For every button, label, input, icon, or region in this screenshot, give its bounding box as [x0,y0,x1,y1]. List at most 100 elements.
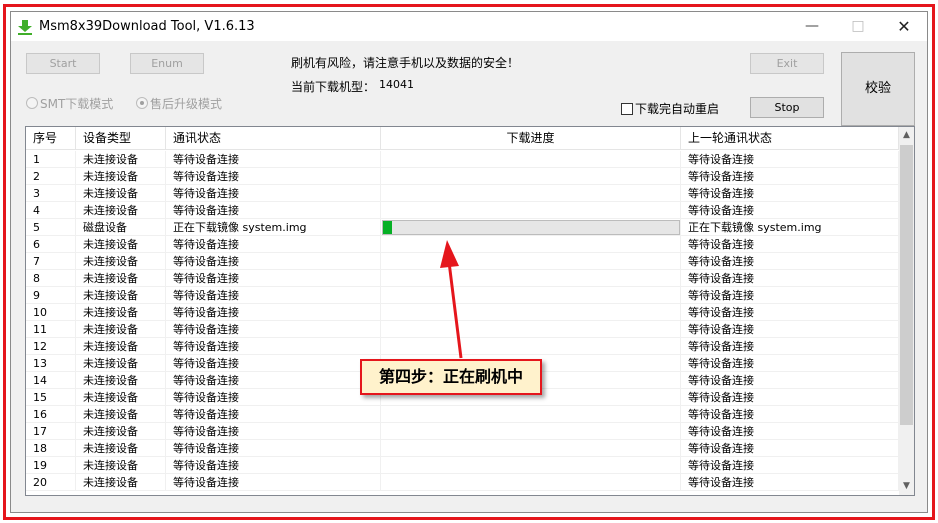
row-last-status: 等待设备连接 [681,423,899,440]
row-last-status: 等待设备连接 [681,406,899,423]
row-last-status: 等待设备连接 [681,440,899,457]
row-comm-status: 等待设备连接 [166,253,381,270]
scroll-thumb[interactable] [900,145,913,425]
stop-button[interactable]: Stop [750,97,824,118]
table-row[interactable]: 8 未连接设备 等待设备连接 等待设备连接 [26,270,899,287]
header-index[interactable]: 序号 [26,127,76,150]
row-comm-status: 正在下载镜像 system.img [166,219,381,236]
row-last-status: 等待设备连接 [681,168,899,185]
row-last-status: 等待设备连接 [681,338,899,355]
table-row[interactable]: 2 未连接设备 等待设备连接 等待设备连接 [26,168,899,185]
table-row[interactable]: 10 未连接设备 等待设备连接 等待设备连接 [26,304,899,321]
table-row[interactable]: 17 未连接设备 等待设备连接 等待设备连接 [26,423,899,440]
row-index: 1 [26,151,76,168]
row-device-type: 未连接设备 [76,355,166,372]
row-progress [381,151,681,168]
minimize-icon[interactable]: — [789,12,835,41]
close-icon[interactable]: ✕ [881,12,927,41]
table-row[interactable]: 20 未连接设备 等待设备连接 等待设备连接 [26,474,899,491]
row-last-status: 等待设备连接 [681,389,899,406]
row-comm-status: 等待设备连接 [166,372,381,389]
row-index: 8 [26,270,76,287]
device-list[interactable]: 序号 设备类型 通讯状态 下载进度 上一轮通讯状态 1 未连接设备 等待设备连接 等待… [25,126,915,496]
row-progress [381,270,681,287]
model-value: 14041 [379,78,414,91]
smt-mode-radio[interactable]: SMT下载模式 [26,95,113,111]
row-index: 7 [26,253,76,270]
row-last-status: 等待设备连接 [681,372,899,389]
title-bar: Msm8x39Download Tool, V1.6.13 — □ ✕ [11,12,927,41]
header-progress[interactable]: 下载进度 [381,127,681,150]
table-row[interactable]: 6 未连接设备 等待设备连接 等待设备连接 [26,236,899,253]
window-title: Msm8x39Download Tool, V1.6.13 [39,19,255,34]
row-last-status: 等待设备连接 [681,321,899,338]
enum-button[interactable]: Enum [130,53,204,74]
progress-fill [383,221,392,234]
radio-circle-selected [136,97,148,109]
row-comm-status: 等待设备连接 [166,236,381,253]
row-progress [381,287,681,304]
list-header: 序号 设备类型 通讯状态 下载进度 上一轮通讯状态 [26,127,899,150]
table-row[interactable]: 1 未连接设备 等待设备连接 等待设备连接 [26,151,899,168]
row-device-type: 未连接设备 [76,338,166,355]
table-row[interactable]: 11 未连接设备 等待设备连接 等待设备连接 [26,321,899,338]
auto-restart-checkbox[interactable]: 下载完自动重启 [621,100,719,117]
table-row[interactable]: 16 未连接设备 等待设备连接 等待设备连接 [26,406,899,423]
row-index: 12 [26,338,76,355]
row-last-status: 等待设备连接 [681,151,899,168]
start-button[interactable]: Start [26,53,100,74]
row-comm-status: 等待设备连接 [166,440,381,457]
aftersale-mode-radio[interactable]: 售后升级模式 [136,95,222,111]
vertical-scrollbar[interactable]: ▲ ▼ [899,127,914,495]
row-comm-status: 等待设备连接 [166,321,381,338]
table-row[interactable]: 12 未连接设备 等待设备连接 等待设备连接 [26,338,899,355]
row-index: 18 [26,440,76,457]
app-window: Msm8x39Download Tool, V1.6.13 — □ ✕ Star… [10,11,928,513]
row-progress [381,253,681,270]
row-index: 2 [26,168,76,185]
header-last-status[interactable]: 上一轮通讯状态 [681,127,899,150]
scroll-down-icon[interactable]: ▼ [899,478,914,495]
row-index: 3 [26,185,76,202]
aftersale-mode-label: 售后升级模式 [150,96,223,111]
row-index: 11 [26,321,76,338]
row-comm-status: 等待设备连接 [166,168,381,185]
row-progress [381,168,681,185]
row-comm-status: 等待设备连接 [166,338,381,355]
row-device-type: 未连接设备 [76,253,166,270]
row-progress [381,474,681,491]
table-row[interactable]: 5 磁盘设备 正在下载镜像 system.img 正在下载镜像 system.img [26,219,899,236]
row-device-type: 未连接设备 [76,406,166,423]
row-progress [381,321,681,338]
header-device-type[interactable]: 设备类型 [76,127,166,150]
scroll-up-icon[interactable]: ▲ [899,127,914,144]
annotation-callout: 第四步：正在刷机中 [360,359,542,395]
header-comm-status[interactable]: 通讯状态 [166,127,381,150]
row-device-type: 磁盘设备 [76,219,166,236]
table-row[interactable]: 18 未连接设备 等待设备连接 等待设备连接 [26,440,899,457]
table-row[interactable]: 9 未连接设备 等待设备连接 等待设备连接 [26,287,899,304]
row-device-type: 未连接设备 [76,270,166,287]
row-last-status: 等待设备连接 [681,236,899,253]
table-row[interactable]: 4 未连接设备 等待设备连接 等待设备连接 [26,202,899,219]
row-index: 13 [26,355,76,372]
exit-button[interactable]: Exit [750,53,824,74]
verify-button[interactable]: 校验 [841,52,915,126]
row-last-status: 等待设备连接 [681,355,899,372]
row-index: 15 [26,389,76,406]
row-device-type: 未连接设备 [76,202,166,219]
row-index: 6 [26,236,76,253]
row-last-status: 正在下载镜像 system.img [681,219,899,236]
row-progress [381,440,681,457]
row-index: 14 [26,372,76,389]
row-index: 17 [26,423,76,440]
table-row[interactable]: 19 未连接设备 等待设备连接 等待设备连接 [26,457,899,474]
row-device-type: 未连接设备 [76,440,166,457]
table-row[interactable]: 7 未连接设备 等待设备连接 等待设备连接 [26,253,899,270]
row-last-status: 等待设备连接 [681,270,899,287]
row-progress [381,338,681,355]
maximize-icon[interactable]: □ [835,12,881,41]
table-row[interactable]: 3 未连接设备 等待设备连接 等待设备连接 [26,185,899,202]
row-index: 9 [26,287,76,304]
row-device-type: 未连接设备 [76,236,166,253]
